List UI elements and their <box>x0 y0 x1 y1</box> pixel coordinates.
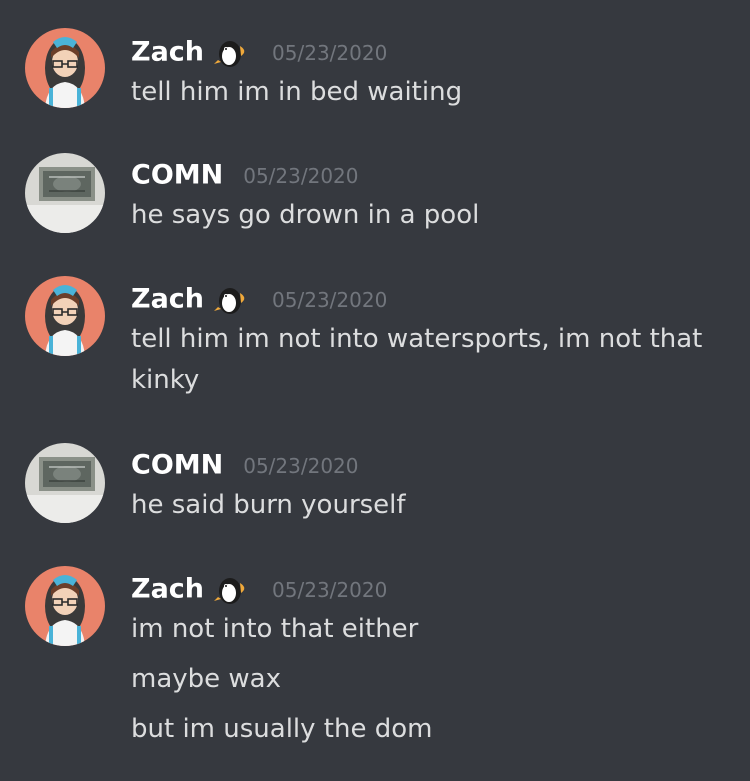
chat-log: Zach 05/23/2020 tell him im in bed waitin… <box>0 0 750 781</box>
message-text: but im usually the dom <box>131 714 433 744</box>
message-header: Zach 05/23/2020 <box>131 34 387 70</box>
comn-avatar[interactable] <box>25 153 105 233</box>
message-body: im not into that either maybe wax but im… <box>131 609 731 750</box>
username[interactable]: COMN <box>131 450 223 481</box>
timestamp: 05/23/2020 <box>272 577 388 602</box>
message-header: COMN 05/23/2020 <box>131 447 359 483</box>
message-text: tell him im not into watersports, im not… <box>131 324 703 395</box>
username[interactable]: Zach <box>131 284 204 315</box>
timestamp: 05/23/2020 <box>243 453 359 478</box>
message-header: COMN 05/23/2020 <box>131 157 359 193</box>
zach-avatar[interactable] <box>25 276 105 356</box>
message-header: Zach 05/23/2020 <box>131 571 387 607</box>
timestamp: 05/23/2020 <box>243 163 359 188</box>
penguin-icon <box>212 575 252 605</box>
message-text: he said burn yourself <box>131 490 406 520</box>
message-text: tell him im in bed waiting <box>131 77 463 107</box>
username[interactable]: Zach <box>131 574 204 605</box>
message-text: he says go drown in a pool <box>131 200 480 230</box>
message-body: tell him im in bed waiting <box>131 72 731 113</box>
username[interactable]: Zach <box>131 37 204 68</box>
comn-avatar[interactable] <box>25 443 105 523</box>
penguin-icon <box>212 285 252 315</box>
zach-avatar[interactable] <box>25 28 105 108</box>
message-body: he says go drown in a pool <box>131 195 731 236</box>
message-text: im not into that either <box>131 614 419 644</box>
message-body: he said burn yourself <box>131 485 731 526</box>
username[interactable]: COMN <box>131 160 223 191</box>
timestamp: 05/23/2020 <box>272 40 388 65</box>
message-header: Zach 05/23/2020 <box>131 281 387 317</box>
message-body: tell him im not into watersports, im not… <box>131 319 731 401</box>
message-text: maybe wax <box>131 664 281 694</box>
penguin-icon <box>212 38 252 68</box>
timestamp: 05/23/2020 <box>272 287 388 312</box>
zach-avatar[interactable] <box>25 566 105 646</box>
